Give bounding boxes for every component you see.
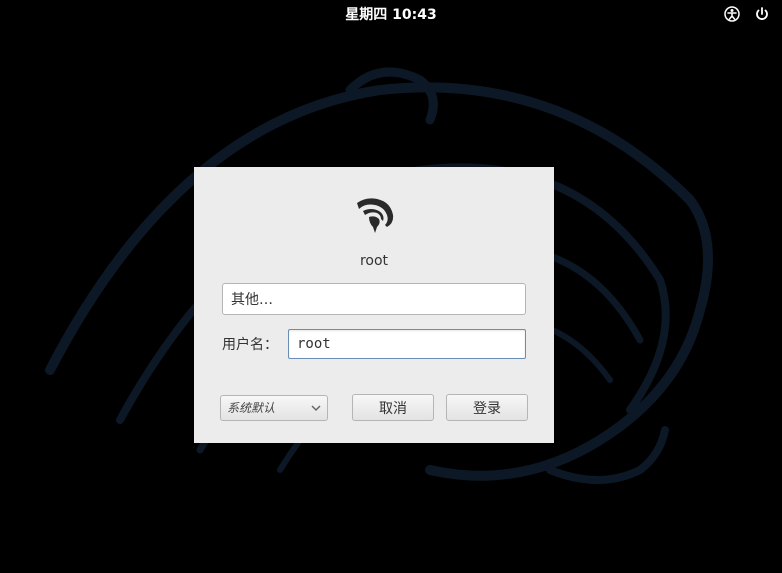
- power-icon[interactable]: [754, 6, 770, 22]
- other-user-selector[interactable]: 其他…: [222, 283, 526, 315]
- current-user-name: root: [360, 253, 388, 269]
- accessibility-icon[interactable]: [724, 6, 740, 22]
- avatar-section: root: [194, 167, 554, 283]
- top-bar: 星期四 10:43: [0, 0, 782, 28]
- bottom-controls: 系统默认 取消 登录: [220, 394, 528, 421]
- login-panel: root 其他… 用户名： 系统默认 取消 登录: [194, 167, 554, 443]
- clock: 星期四 10:43: [345, 4, 436, 24]
- kali-dragon-icon: [349, 189, 399, 239]
- cancel-button[interactable]: 取消: [352, 394, 434, 421]
- other-user-label: 其他…: [231, 292, 273, 308]
- username-label: 用户名：: [222, 334, 278, 354]
- topbar-status-icons: [724, 0, 770, 28]
- login-button[interactable]: 登录: [446, 394, 528, 421]
- chevron-down-icon: [311, 403, 321, 413]
- username-input[interactable]: [288, 329, 526, 359]
- session-select[interactable]: 系统默认: [220, 395, 328, 421]
- username-row: 用户名：: [222, 329, 526, 359]
- session-select-label: 系统默认: [227, 399, 275, 416]
